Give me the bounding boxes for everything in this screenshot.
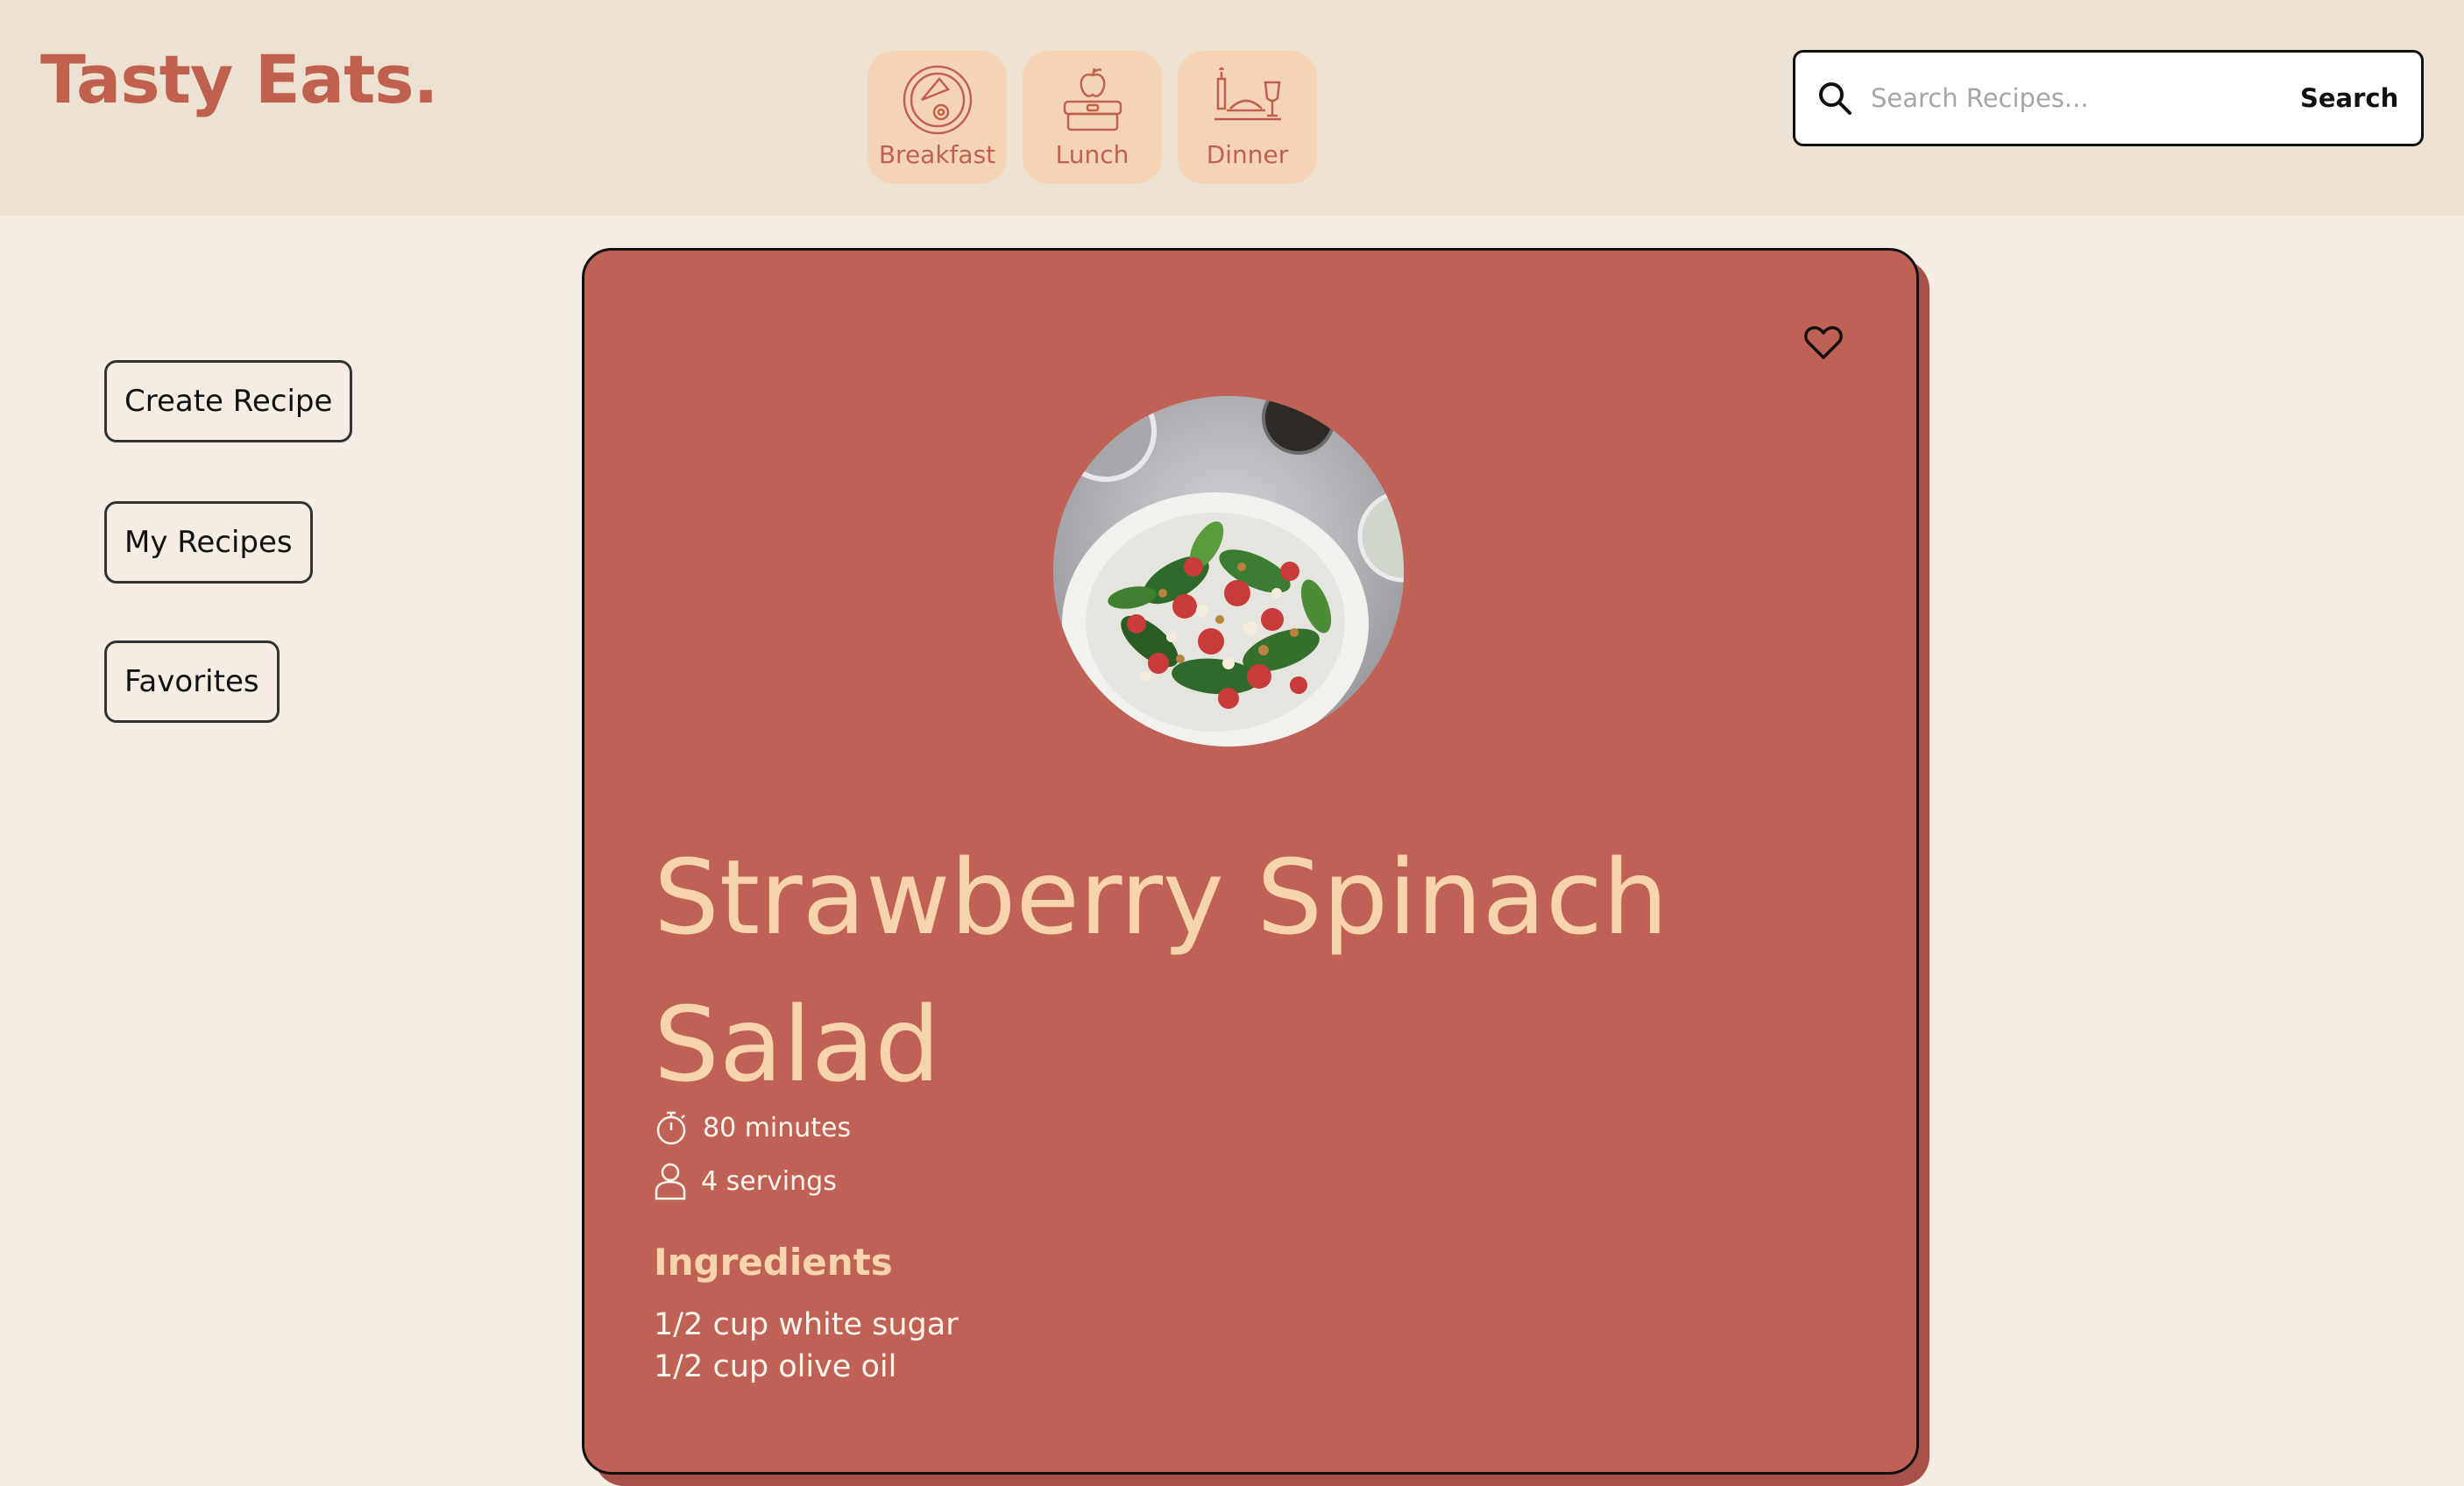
my-recipes-button[interactable]: My Recipes [104, 501, 313, 584]
recipe-servings: 4 servings [654, 1162, 837, 1200]
ingredient-item: 1/2 cup white sugar [654, 1307, 959, 1342]
recipe-title-line1: Strawberry Spinach [654, 837, 1668, 958]
ingredients-list: 1/2 cup white sugar 1/2 cup olive oil [654, 1304, 959, 1388]
heart-icon[interactable] [1803, 322, 1844, 363]
ingredients-heading: Ingredients [654, 1241, 893, 1284]
search-input[interactable] [1871, 72, 2283, 124]
recipe-title: Strawberry Spinach Salad [654, 824, 1793, 1118]
category-breakfast-label: Breakfast [878, 140, 996, 169]
ingredient-item: 1/2 cup olive oil [654, 1349, 897, 1384]
brand-logo[interactable]: Tasty Eats. [40, 40, 439, 118]
timer-icon [656, 1111, 686, 1145]
top-header: Tasty Eats. Breakfast Lunch Dinner Searc… [0, 0, 2464, 216]
favorites-button[interactable]: Favorites [104, 640, 280, 723]
dinner-table-icon [1214, 67, 1281, 121]
category-dinner-button[interactable]: Dinner [1178, 51, 1317, 184]
search-bar: Search [1793, 50, 2424, 146]
recipe-time: 80 minutes [654, 1109, 851, 1146]
recipe-photo [1053, 396, 1404, 747]
lunchbox-apple-icon [1063, 67, 1122, 131]
category-lunch-label: Lunch [1055, 140, 1129, 169]
category-nav: Breakfast Lunch Dinner [867, 51, 1317, 184]
recipe-title-line2: Salad [654, 984, 941, 1105]
search-button[interactable]: Search [2300, 83, 2398, 113]
person-icon [655, 1163, 686, 1200]
category-breakfast-button[interactable]: Breakfast [867, 51, 1007, 184]
category-dinner-label: Dinner [1206, 140, 1289, 169]
recipe-servings-text: 4 servings [701, 1165, 837, 1197]
recipe-time-text: 80 minutes [703, 1112, 852, 1143]
category-lunch-button[interactable]: Lunch [1023, 51, 1162, 184]
breakfast-plate-icon [903, 65, 972, 135]
create-recipe-button[interactable]: Create Recipe [104, 360, 353, 442]
search-icon [1819, 82, 1852, 115]
